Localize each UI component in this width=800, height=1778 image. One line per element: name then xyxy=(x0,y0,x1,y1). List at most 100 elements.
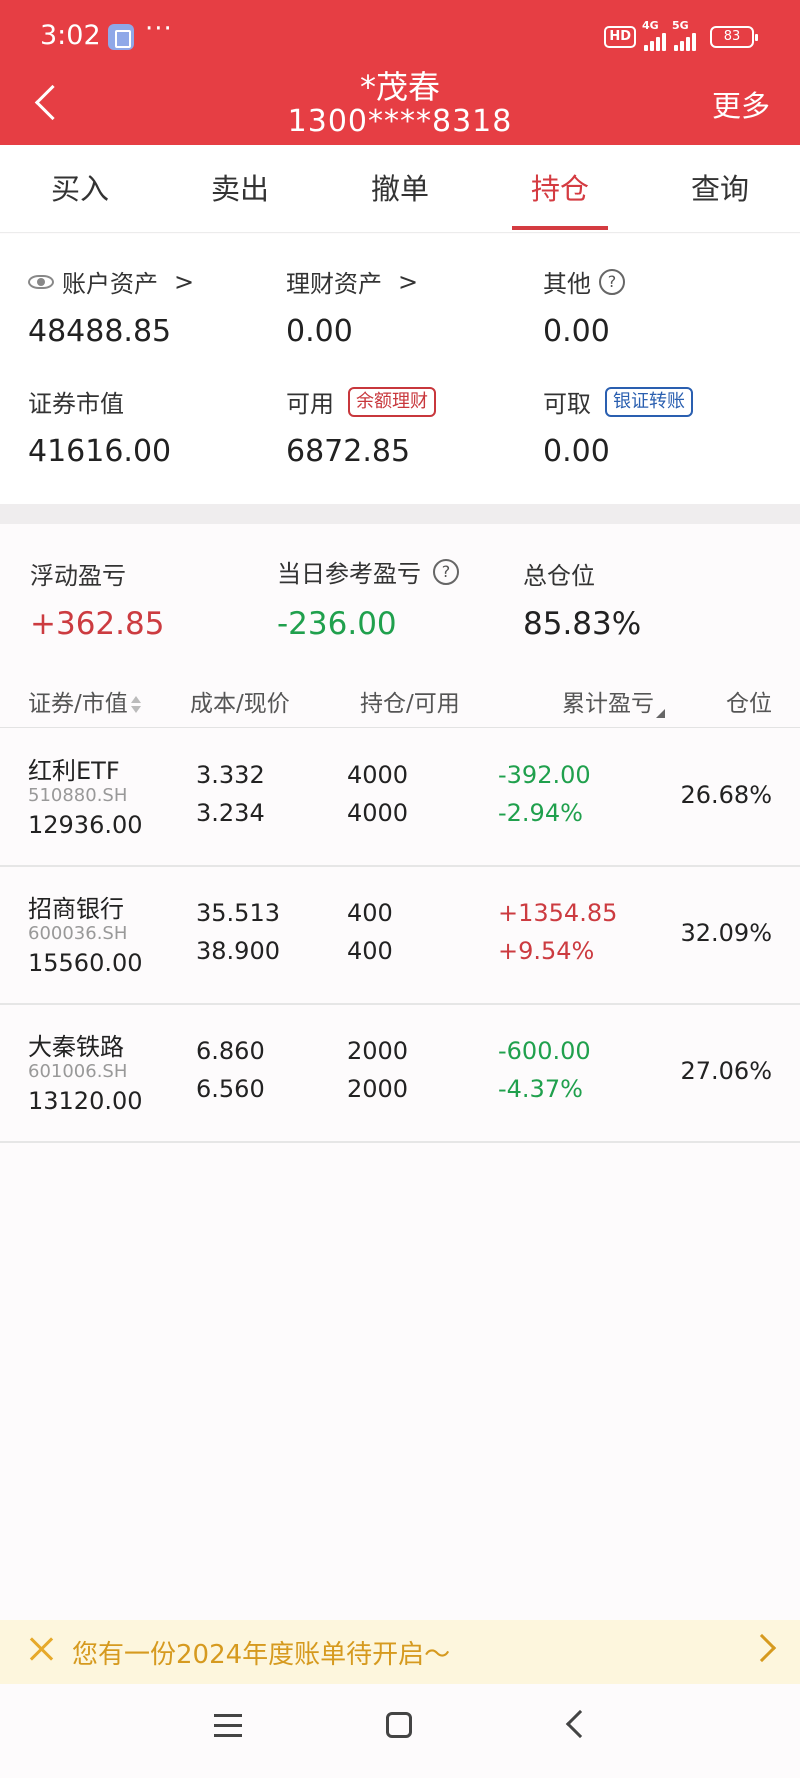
tab-buy[interactable]: 买入 xyxy=(20,145,140,233)
daily-pnl: 当日参考盈亏 ? xyxy=(277,554,459,589)
security-code: 600036.SH xyxy=(28,923,128,944)
col-pnl-sort[interactable]: 累计盈亏 xyxy=(562,684,665,718)
eye-icon[interactable] xyxy=(28,274,54,289)
withdrawable-funds: 可取 银证转账 xyxy=(543,384,693,419)
tab-sell[interactable]: 卖出 xyxy=(180,145,300,233)
other-assets-value: 0.00 xyxy=(543,314,610,349)
cumulative-pnl-pct: -4.37% xyxy=(498,1075,583,1103)
col-position-label: 仓位 xyxy=(726,691,772,717)
status-indicators: HD 4G 5G 83 xyxy=(604,19,758,52)
position-ratio: 27.06% xyxy=(680,1057,772,1085)
trade-tabs: 买入 卖出 撤单 持仓 查询 xyxy=(0,145,800,233)
security-code: 601006.SH xyxy=(28,1061,128,1082)
securities-value-label: 证券市值 xyxy=(28,390,124,418)
total-position-label: 总仓位 xyxy=(523,562,595,590)
col-security-sort[interactable]: 证券/市值 xyxy=(28,684,142,718)
system-back-button[interactable] xyxy=(565,1709,595,1739)
available-qty: 400 xyxy=(347,937,393,965)
wealth-assets-value: 0.00 xyxy=(286,314,353,349)
signal-5g-label: 5G xyxy=(672,19,689,32)
market-value: 13120.00 xyxy=(28,1087,143,1115)
security-name: 招商银行 xyxy=(28,895,124,923)
signal-5g-icon: 5G xyxy=(672,19,696,51)
account-number: 1300****8318 xyxy=(287,104,513,139)
cumulative-pnl: -392.00 xyxy=(498,761,591,789)
cumulative-pnl: -600.00 xyxy=(498,1037,591,1065)
cumulative-pnl-pct: +9.54% xyxy=(498,937,595,965)
status-time: 3:02 xyxy=(40,20,101,51)
tab-query[interactable]: 查询 xyxy=(660,145,780,233)
banner-text: 您有一份2024年度账单待开启～ xyxy=(72,1640,451,1670)
position-ratio: 32.09% xyxy=(680,919,772,947)
cumulative-pnl-pct: -2.94% xyxy=(498,799,583,827)
cumulative-pnl: +1354.85 xyxy=(498,899,618,927)
other-assets: 其他 ? xyxy=(543,264,625,299)
chevron-right-icon: > xyxy=(174,267,195,296)
col-cost-label: 成本/现价 xyxy=(190,691,290,717)
security-code: 510880.SH xyxy=(28,785,128,806)
positions-table-header: 证券/市值 成本/现价 持仓/可用 累计盈亏 仓位 xyxy=(0,670,800,728)
available-label: 可用 xyxy=(286,390,334,418)
market-value: 12936.00 xyxy=(28,811,143,839)
wealth-assets-label: 理财资产 xyxy=(286,270,382,298)
cost-price: 35.513 xyxy=(196,899,280,927)
holding-qty: 4000 xyxy=(347,761,409,789)
holding-qty: 2000 xyxy=(347,1037,409,1065)
close-icon[interactable] xyxy=(26,1634,56,1664)
floating-pnl-label: 浮动盈亏 xyxy=(30,562,126,590)
withdrawable-label: 可取 xyxy=(543,390,591,418)
status-bar: 3:02 ··· HD 4G 5G 83 xyxy=(0,0,800,70)
holding-qty: 400 xyxy=(347,899,393,927)
floating-pnl-value: +362.85 xyxy=(30,606,165,642)
available-qty: 4000 xyxy=(347,799,409,827)
total-position-value: 85.83% xyxy=(523,606,642,642)
wealth-assets-link[interactable]: 理财资产 > xyxy=(286,264,418,299)
help-icon[interactable]: ? xyxy=(433,558,459,585)
chevron-right-icon: > xyxy=(398,267,419,296)
annual-report-banner[interactable]: 您有一份2024年度账单待开启～ xyxy=(0,1620,800,1684)
available-value: 6872.85 xyxy=(286,434,411,469)
recent-apps-button[interactable] xyxy=(214,1714,242,1738)
system-nav-bar xyxy=(0,1684,800,1778)
col-holding-label: 持仓/可用 xyxy=(360,691,460,717)
sort-icon xyxy=(130,695,142,715)
more-notifications-icon: ··· xyxy=(145,14,173,44)
cost-price: 3.332 xyxy=(196,761,265,789)
signal-4g-icon: 4G xyxy=(642,19,666,51)
tab-positions[interactable]: 持仓 xyxy=(500,145,620,233)
other-assets-label: 其他 xyxy=(543,270,591,298)
withdrawable-value: 0.00 xyxy=(543,434,610,469)
pnl-summary: 浮动盈亏 +362.85 当日参考盈亏 ? -236.00 总仓位 85.83% xyxy=(0,524,800,669)
cost-price: 6.860 xyxy=(196,1037,265,1065)
asset-overview: 账户资产 > 48488.85 理财资产 > 0.00 其他 ? 0.00 证券… xyxy=(0,234,800,504)
bank-transfer-button[interactable]: 银证转账 xyxy=(605,386,693,417)
account-assets-value: 48488.85 xyxy=(28,314,172,349)
security-name: 大秦铁路 xyxy=(28,1033,124,1061)
current-price: 3.234 xyxy=(196,799,265,827)
market-value: 15560.00 xyxy=(28,949,143,977)
daily-pnl-label: 当日参考盈亏 xyxy=(277,560,421,588)
securities-value: 41616.00 xyxy=(28,434,172,469)
app-notification-icon xyxy=(108,24,134,50)
table-row[interactable]: 大秦铁路 601006.SH 13120.00 6.860 6.560 2000… xyxy=(0,1005,800,1143)
daily-pnl-value: -236.00 xyxy=(277,606,397,642)
current-price: 38.900 xyxy=(196,937,280,965)
active-tab-indicator xyxy=(512,226,608,230)
position-ratio: 26.68% xyxy=(680,781,772,809)
battery-icon: 83 xyxy=(710,26,758,48)
col-security-label: 证券/市值 xyxy=(28,691,128,717)
current-price: 6.560 xyxy=(196,1075,265,1103)
help-icon[interactable]: ? xyxy=(599,268,625,295)
table-row[interactable]: 红利ETF 510880.SH 12936.00 3.332 3.234 400… xyxy=(0,729,800,867)
home-button[interactable] xyxy=(386,1712,412,1738)
balance-wealth-button[interactable]: 余额理财 xyxy=(348,386,436,417)
tab-cancel-order[interactable]: 撤单 xyxy=(340,145,460,233)
account-assets-link[interactable]: 账户资产 > xyxy=(28,264,194,299)
table-row[interactable]: 招商银行 600036.SH 15560.00 35.513 38.900 40… xyxy=(0,867,800,1005)
account-assets-label: 账户资产 xyxy=(62,270,158,298)
available-funds: 可用 余额理财 xyxy=(286,384,436,419)
chevron-right-icon xyxy=(747,1633,777,1663)
more-button[interactable]: 更多 xyxy=(712,83,770,125)
sort-indicator-icon xyxy=(656,709,665,718)
available-qty: 2000 xyxy=(347,1075,409,1103)
